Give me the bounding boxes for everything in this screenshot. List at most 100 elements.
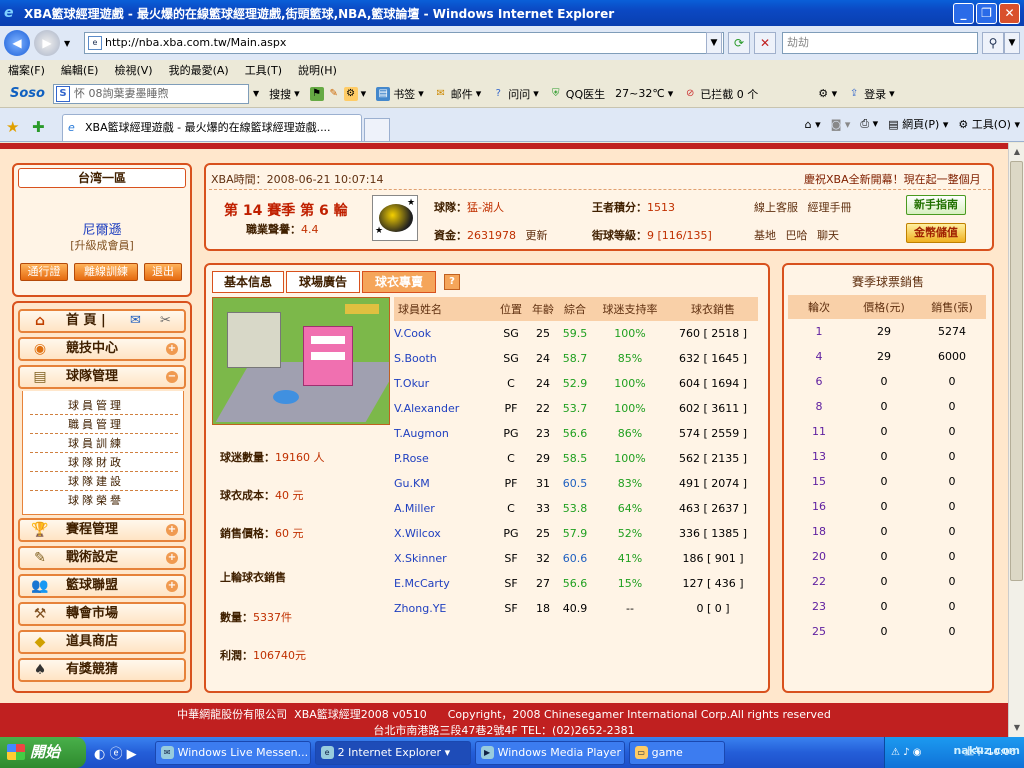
tab-court-ads[interactable]: 球場廣告 bbox=[286, 271, 360, 293]
username[interactable]: 尼爾遜 bbox=[14, 219, 190, 238]
task-game-folder[interactable]: ▭ game bbox=[628, 740, 725, 765]
search-options-button[interactable]: ▼ bbox=[1004, 32, 1020, 54]
tab-basic-info[interactable]: 基本信息 bbox=[212, 271, 284, 293]
task-media-player[interactable]: ▶ Windows Media Player bbox=[474, 740, 625, 765]
bookmark-button[interactable]: ▤ 书签 ▾ bbox=[376, 86, 424, 102]
nav-arena[interactable]: ◉ 競技中心 + bbox=[18, 337, 186, 361]
quick-launch-icons[interactable]: ◐ ⓔ ▶ bbox=[94, 743, 137, 762]
scroll-thumb[interactable] bbox=[1010, 161, 1023, 581]
address-dropdown-button[interactable]: ▼ bbox=[706, 32, 722, 54]
page-menu[interactable]: ▤ 網頁(P) ▾ bbox=[888, 116, 948, 132]
player-name[interactable]: P.Rose bbox=[394, 446, 494, 471]
nav-prize-quiz[interactable]: ♠ 有獎競猜 bbox=[18, 658, 186, 682]
player-name[interactable]: Gu.KM bbox=[394, 471, 494, 496]
search-input[interactable]: 劫劫 bbox=[782, 32, 978, 54]
ticket-round[interactable]: 8 bbox=[788, 394, 850, 419]
ticket-round[interactable]: 15 bbox=[788, 469, 850, 494]
refresh-link[interactable]: 更新 bbox=[526, 229, 548, 242]
player-name[interactable]: X.Wilcox bbox=[394, 521, 494, 546]
new-tab-button[interactable] bbox=[364, 118, 390, 141]
search-icon[interactable]: ⚲ bbox=[982, 32, 1004, 54]
ticket-round[interactable]: 4 bbox=[788, 344, 850, 369]
qq-doctor-button[interactable]: ⛨ QQ医生 bbox=[549, 86, 605, 102]
weather-button[interactable]: 27~32℃ ▾ bbox=[615, 87, 673, 100]
tools-menu[interactable]: ⚙ 工具(O) ▾ bbox=[958, 116, 1020, 132]
login-button[interactable]: ⇪ 登录 ▾ bbox=[847, 86, 895, 102]
history-dropdown-icon[interactable]: ▼ bbox=[64, 39, 70, 48]
close-button[interactable]: ✕ bbox=[999, 3, 1020, 24]
print-icon[interactable]: ⎙ ▾ bbox=[860, 117, 878, 131]
ticket-round[interactable]: 20 bbox=[788, 544, 850, 569]
soso-search-button[interactable]: 搜搜 ▾ bbox=[269, 86, 300, 102]
submenu-team-honor[interactable]: 球隊榮譽 bbox=[68, 492, 124, 508]
online-service-link[interactable]: 線上客服 bbox=[754, 201, 798, 214]
submenu-player-management[interactable]: 球員管理 bbox=[68, 397, 124, 413]
player-name[interactable]: A.Miller bbox=[394, 496, 494, 521]
submenu-staff-management[interactable]: 職員管理 bbox=[68, 416, 124, 432]
nav-home[interactable]: ⌂ 首 頁 | ✉ ✂ bbox=[18, 309, 186, 333]
ticket-round[interactable]: 6 bbox=[788, 369, 850, 394]
chat-link[interactable]: 聊天 bbox=[817, 229, 839, 242]
menu-tools[interactable]: 工具(T) bbox=[245, 62, 282, 78]
ticket-round[interactable]: 11 bbox=[788, 419, 850, 444]
upgrade-member-link[interactable]: [升級成會員] bbox=[14, 237, 190, 253]
soso-dropdown-icon[interactable]: ▼ bbox=[253, 89, 259, 98]
soso-logo[interactable]: Soso bbox=[10, 86, 45, 101]
player-name[interactable]: T.Augmon bbox=[394, 421, 494, 446]
player-name[interactable]: E.McCarty bbox=[394, 571, 494, 596]
ask-button[interactable]: ? 问问 ▾ bbox=[491, 86, 539, 102]
offline-training-button[interactable]: 離線訓練 bbox=[74, 263, 138, 281]
add-favorite-icon[interactable]: ✚ bbox=[32, 118, 45, 136]
nav-team-management[interactable]: ▤ 球隊管理 − bbox=[18, 365, 186, 389]
address-bar[interactable]: e http://nba.xba.com.tw/Main.aspx bbox=[84, 32, 724, 54]
start-button[interactable]: 開始 bbox=[0, 737, 86, 768]
back-button[interactable]: ◀ bbox=[4, 30, 30, 56]
submenu-team-construction[interactable]: 球隊建設 bbox=[68, 473, 124, 489]
nav-item-shop[interactable]: ◆ 道具商店 bbox=[18, 630, 186, 654]
help-icon[interactable]: ? bbox=[444, 274, 460, 290]
restore-button[interactable]: ❐ bbox=[976, 3, 997, 24]
favorites-star-icon[interactable]: ★ bbox=[6, 118, 19, 136]
nav-schedule[interactable]: 🏆 賽程管理 + bbox=[18, 518, 186, 542]
gold-recharge-button[interactable]: 金幣儲值 bbox=[906, 223, 966, 243]
forward-button[interactable]: ▶ bbox=[34, 30, 60, 56]
settings-icon[interactable]: ⚙ ▾ bbox=[818, 87, 837, 100]
menu-help[interactable]: 說明(H) bbox=[298, 62, 337, 78]
player-name[interactable]: Zhong.YE bbox=[394, 596, 494, 621]
player-name[interactable]: V.Cook bbox=[394, 321, 494, 346]
task-messenger[interactable]: ✉ Windows Live Messen... bbox=[154, 740, 311, 765]
baha-link[interactable]: 巴哈 bbox=[786, 229, 808, 242]
popup-blocker[interactable]: ⊘ 已拦截 0 个 bbox=[683, 86, 758, 102]
ticket-round[interactable]: 1 bbox=[788, 319, 850, 344]
nav-league[interactable]: 👥 籃球聯盟 + bbox=[18, 574, 186, 598]
pass-button[interactable]: 通行證 bbox=[20, 263, 68, 281]
menu-favorites[interactable]: 我的最愛(A) bbox=[169, 62, 229, 78]
manager-manual-link[interactable]: 經理手冊 bbox=[808, 201, 852, 214]
ticket-round[interactable]: 23 bbox=[788, 594, 850, 619]
submenu-team-finance[interactable]: 球隊財政 bbox=[68, 454, 124, 470]
team-logo[interactable]: ★ ★ bbox=[372, 195, 418, 241]
task-internet-explorer[interactable]: e2 Internet Explorer ▾ bbox=[314, 740, 471, 765]
vertical-scrollbar[interactable]: ▲ ▼ bbox=[1008, 143, 1024, 737]
nav-tactics[interactable]: ✎ 戰術設定 + bbox=[18, 546, 186, 570]
player-name[interactable]: V.Alexander bbox=[394, 396, 494, 421]
base-link[interactable]: 基地 bbox=[754, 229, 776, 242]
home-icon[interactable]: ⌂ ▾ bbox=[805, 118, 821, 131]
ticket-round[interactable]: 16 bbox=[788, 494, 850, 519]
logout-button[interactable]: 退出 bbox=[144, 263, 182, 281]
rss-icon[interactable]: ◙ ▾ bbox=[831, 118, 851, 131]
player-name[interactable]: T.Okur bbox=[394, 371, 494, 396]
ticket-round[interactable]: 13 bbox=[788, 444, 850, 469]
newbie-guide-button[interactable]: 新手指南 bbox=[906, 195, 966, 215]
menu-view[interactable]: 檢視(V) bbox=[114, 62, 152, 78]
player-name[interactable]: S.Booth bbox=[394, 346, 494, 371]
menu-file[interactable]: 檔案(F) bbox=[8, 62, 45, 78]
ticket-round[interactable]: 22 bbox=[788, 569, 850, 594]
submenu-player-training[interactable]: 球員訓練 bbox=[68, 435, 124, 451]
news-ticker[interactable]: 慶祝XBA全新開幕！現在起一整個月 bbox=[804, 171, 990, 187]
refresh-icon[interactable]: ⟳ bbox=[728, 32, 750, 54]
player-name[interactable]: X.Skinner bbox=[394, 546, 494, 571]
mail-button[interactable]: ✉ 邮件 ▾ bbox=[434, 86, 482, 102]
menu-edit[interactable]: 編輯(E) bbox=[61, 62, 99, 78]
tray-icons[interactable]: ⚠ ♪ ◉ bbox=[891, 737, 921, 768]
